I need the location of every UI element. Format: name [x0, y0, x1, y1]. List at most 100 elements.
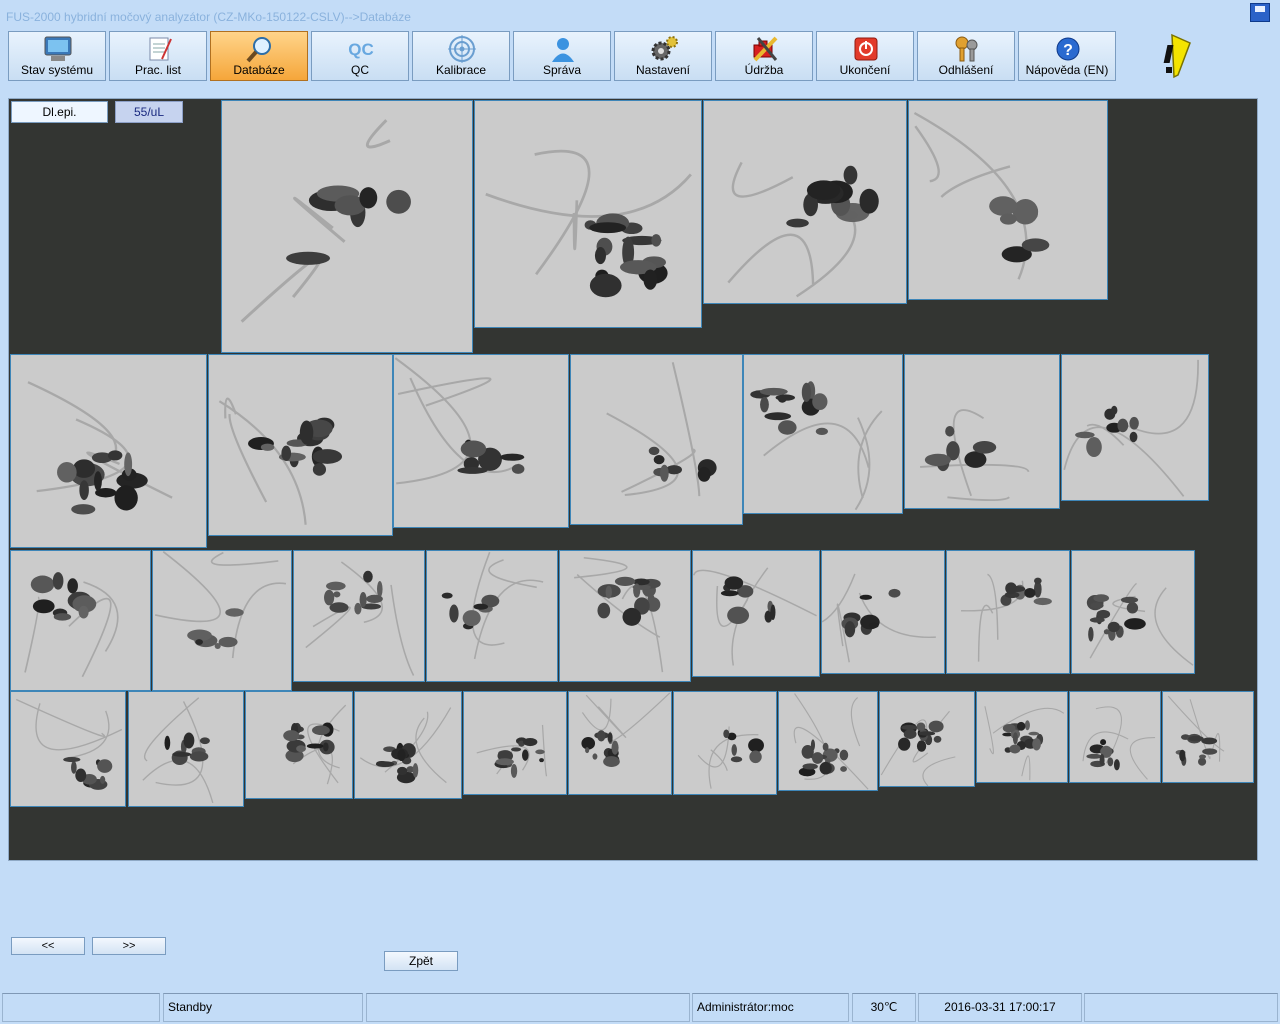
cell-image — [154, 551, 287, 659]
qc-text-icon: QC — [348, 40, 374, 59]
cell-image-tile[interactable] — [946, 550, 1070, 674]
cell-image-tile[interactable] — [426, 550, 558, 682]
cell-image — [606, 362, 717, 497]
cell-image-tile[interactable] — [821, 550, 945, 674]
cell-image — [793, 693, 869, 790]
cell-image-tile[interactable] — [703, 100, 907, 304]
warning-icon[interactable] — [1152, 33, 1192, 81]
cell-image — [283, 704, 347, 785]
cell-image-tile[interactable] — [474, 100, 702, 328]
status-datetime: 2016-03-31 17:00:17 — [918, 993, 1082, 1022]
cell-image-tile[interactable] — [1162, 691, 1254, 783]
cell-image — [218, 397, 343, 525]
cell-image-tile[interactable] — [570, 354, 743, 525]
toolbar-label: Správa — [542, 63, 582, 77]
cell-image-tile[interactable] — [692, 550, 820, 677]
cell-image — [961, 573, 1052, 662]
cell-image-tile[interactable] — [128, 691, 244, 807]
status-bar: Standby Administrátor:moc 30℃ 2016-03-31… — [0, 992, 1280, 1024]
cell-image — [394, 357, 525, 485]
monitor-icon — [44, 36, 72, 61]
window-title: FUS-2000 hybridní močový analyzátor (CZ-… — [6, 10, 411, 24]
toolbar-label: Údržba — [744, 63, 784, 77]
cell-image-tile[interactable] — [354, 691, 462, 799]
cell-image-tile[interactable] — [393, 354, 569, 528]
toolbar-button-qc[interactable]: QC QC — [311, 31, 409, 81]
help-icon: ? — [1056, 37, 1080, 61]
cell-image-tile[interactable] — [152, 550, 292, 691]
cell-image-tile[interactable] — [559, 550, 691, 682]
cell-image-tile[interactable] — [10, 550, 151, 691]
cell-image-tile[interactable] — [1069, 691, 1161, 783]
cell-image — [476, 724, 548, 778]
svg-text:?: ? — [1063, 42, 1073, 59]
cell-image — [1082, 706, 1156, 780]
status-user: Administrátor:moc — [692, 993, 849, 1022]
gear-icon — [651, 36, 678, 61]
toolbar-button-database[interactable]: Databáze — [210, 31, 308, 81]
toolbar-label: Stav systému — [20, 63, 94, 77]
cell-image — [750, 381, 883, 511]
toolbar-button-settings[interactable]: Nastavení — [614, 31, 712, 81]
toolbar-button-shutdown[interactable]: Ukončení — [816, 31, 914, 81]
cell-image-tile[interactable] — [463, 691, 567, 795]
cell-image-tile[interactable] — [908, 100, 1108, 300]
cell-image-tile[interactable] — [673, 691, 777, 795]
toolbar-label: Nastavení — [635, 63, 691, 77]
cell-image — [581, 692, 671, 767]
cell-image — [693, 567, 817, 666]
back-button[interactable]: Zpět — [384, 951, 458, 971]
prev-page-button[interactable]: << — [11, 937, 85, 955]
cell-image-tile[interactable] — [904, 354, 1060, 509]
magnifier-icon — [246, 37, 271, 63]
cell-image-tile[interactable] — [976, 691, 1068, 783]
cell-image — [359, 707, 452, 784]
cell-image — [727, 161, 879, 298]
class-label[interactable]: Dl.epi. — [11, 101, 108, 123]
tools-icon — [753, 36, 778, 62]
cell-image-tile[interactable] — [221, 100, 473, 353]
toolbar-label: QC — [351, 63, 369, 77]
toolbar-label: Kalibrace — [435, 63, 487, 77]
cell-image-tile[interactable] — [568, 691, 672, 795]
status-state: Standby — [163, 993, 363, 1022]
cell-image — [240, 119, 411, 323]
power-icon — [854, 37, 878, 61]
cell-image-tile[interactable] — [293, 550, 425, 682]
concentration-label: 55/uL — [115, 101, 183, 123]
cell-image-tile[interactable] — [743, 354, 903, 514]
cell-image — [574, 556, 664, 673]
cell-image — [24, 572, 119, 678]
image-viewer: Dl.epi. 55/uL — [8, 98, 1258, 861]
toolbar-button-worklist[interactable]: Prac. list — [109, 31, 207, 81]
cell-image — [984, 706, 1065, 781]
cell-image-tile[interactable] — [208, 354, 393, 536]
toolbar-button-maintenance[interactable]: Údržba — [715, 31, 813, 81]
cell-image — [697, 726, 764, 789]
toolbar-button-help[interactable]: ? Nápověda (EN) — [1018, 31, 1116, 81]
cell-image-tile[interactable] — [1071, 550, 1195, 674]
cell-image-tile[interactable] — [245, 691, 353, 799]
status-field-empty — [2, 993, 160, 1022]
svg-text:QC: QC — [348, 40, 374, 59]
cell-image-tile[interactable] — [1061, 354, 1209, 501]
cell-image — [920, 409, 1030, 502]
toolbar-button-administration[interactable]: Správa — [513, 31, 611, 81]
cell-image — [485, 149, 692, 298]
cell-image — [441, 551, 544, 660]
cell-image — [142, 697, 214, 804]
cell-image-tile[interactable] — [10, 691, 126, 807]
toolbar-label: Nápověda (EN) — [1025, 63, 1109, 77]
save-icon[interactable] — [1250, 3, 1270, 22]
cell-image-tile[interactable] — [10, 354, 207, 548]
cell-image — [15, 698, 123, 790]
cell-image — [305, 561, 415, 676]
toolbar-label: Databáze — [233, 63, 285, 77]
next-page-button[interactable]: >> — [92, 937, 166, 955]
toolbar-button-logout[interactable]: Odhlášení — [917, 31, 1015, 81]
toolbar-button-system-status[interactable]: Stav systému — [8, 31, 106, 81]
cell-image-tile[interactable] — [778, 691, 878, 791]
cell-image — [1167, 695, 1225, 766]
toolbar-button-calibration[interactable]: Kalibrace — [412, 31, 510, 81]
cell-image-tile[interactable] — [879, 691, 975, 787]
